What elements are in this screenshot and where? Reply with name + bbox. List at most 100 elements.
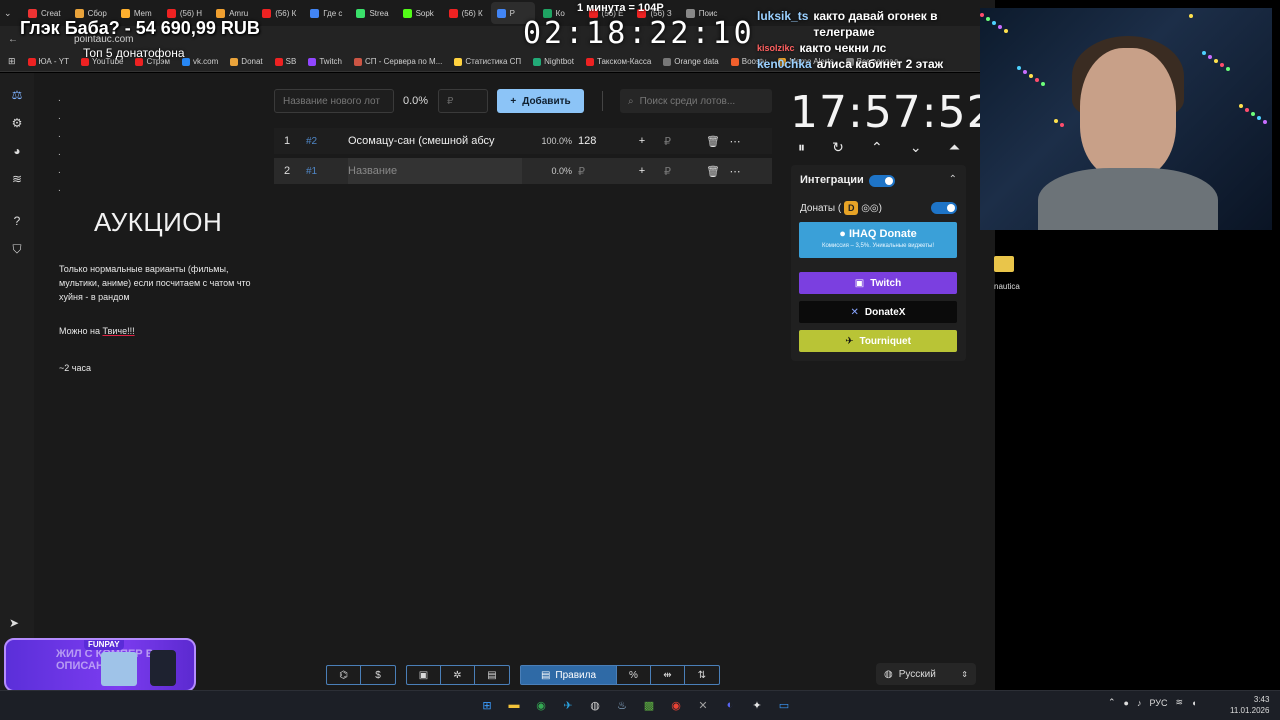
sort-icon[interactable]: ⇅ bbox=[685, 666, 719, 684]
bookmark-item[interactable]: Orange data bbox=[663, 57, 719, 66]
donate-icon[interactable]: $ bbox=[361, 666, 395, 684]
toolbar-group-links: ⌬ $ bbox=[326, 665, 396, 685]
tray-chevron-icon[interactable]: ⌃ bbox=[1108, 697, 1116, 708]
obs-icon[interactable]: ◍ bbox=[586, 696, 604, 714]
bookmark-item[interactable]: Такском-Касса bbox=[585, 57, 651, 66]
wifi-icon[interactable]: ≋ bbox=[1176, 697, 1184, 708]
pause-icon[interactable]: ⏸ bbox=[798, 139, 805, 156]
browser-tab[interactable]: (56) К bbox=[443, 2, 489, 24]
donatex-integration-button[interactable]: ✕ DonateX bbox=[799, 301, 957, 323]
add-lot-button[interactable]: + Добавить bbox=[497, 89, 584, 113]
collapse-icon[interactable]: ⌃ bbox=[949, 174, 957, 185]
bookmark-item[interactable]: Twitch bbox=[308, 57, 342, 66]
wheel-icon[interactable]: ◕ bbox=[9, 143, 25, 159]
add-amount-input[interactable]: ₽ bbox=[652, 135, 702, 148]
mic-icon[interactable]: ♪ bbox=[1137, 698, 1142, 708]
split-icon[interactable]: ⇹ bbox=[651, 666, 685, 684]
browser-tab[interactable]: Strea bbox=[350, 2, 394, 24]
donats-toggle[interactable] bbox=[931, 202, 957, 214]
double-time-icon[interactable]: ⏶ bbox=[949, 139, 960, 156]
telegram-icon[interactable]: ➤ bbox=[9, 616, 19, 630]
tab-menu-icon[interactable]: ⌄ bbox=[4, 8, 20, 19]
twitch-integration-button[interactable]: ▣ Twitch bbox=[799, 272, 957, 294]
language-select[interactable]: ◍ Русский ⇕ bbox=[876, 663, 976, 685]
minecraft-icon[interactable]: ▩ bbox=[640, 696, 658, 714]
archive-icon[interactable]: ▤ bbox=[475, 666, 509, 684]
more-icon[interactable]: ⋯ bbox=[724, 165, 746, 178]
bookmark-item[interactable]: ЮА - YT bbox=[27, 57, 69, 66]
settings-icon[interactable]: ⚙ bbox=[9, 115, 25, 131]
add-amount-icon[interactable]: + bbox=[632, 165, 652, 177]
app-icon[interactable]: ✦ bbox=[748, 696, 766, 714]
add-amount-icon[interactable]: + bbox=[632, 135, 652, 147]
browser-tab[interactable]: (56) К bbox=[256, 2, 302, 24]
bookmark-item[interactable]: Nightbot bbox=[533, 57, 574, 66]
bookmark-item[interactable]: SB bbox=[274, 57, 296, 66]
explorer-icon[interactable]: ▬ bbox=[505, 696, 523, 714]
delete-lot-icon[interactable]: 🗑 bbox=[702, 165, 724, 178]
tab-label: Р bbox=[509, 8, 516, 18]
tab-favicon-icon bbox=[356, 8, 366, 18]
steam-icon[interactable]: ♨ bbox=[613, 696, 631, 714]
chrome2-icon[interactable]: ◉ bbox=[667, 696, 685, 714]
tourniquet-integration-button[interactable]: ✈ Tourniquet bbox=[799, 330, 957, 352]
bookmark-item[interactable]: vk.com bbox=[181, 57, 218, 66]
bookmark-item[interactable]: СП - Сервера по М... bbox=[354, 57, 442, 66]
windows-start-icon[interactable]: ⊞ bbox=[478, 696, 496, 714]
xbox-icon[interactable]: ✕ bbox=[694, 696, 712, 714]
save-icon[interactable]: ▣ bbox=[407, 666, 441, 684]
lot-amount[interactable]: ₽ bbox=[572, 165, 632, 178]
bookmark-item[interactable]: Donat bbox=[230, 57, 263, 66]
back-icon[interactable]: ← bbox=[8, 34, 18, 45]
integrations-toggle[interactable] bbox=[869, 175, 895, 187]
tab-favicon-icon bbox=[310, 8, 320, 18]
browser-tab[interactable]: Sopk bbox=[397, 2, 441, 24]
auction-icon[interactable]: ⚖ bbox=[9, 87, 25, 103]
reset-icon[interactable]: ↻ bbox=[832, 139, 844, 156]
bookmark-favicon-icon bbox=[27, 57, 36, 66]
apps-grid-icon[interactable]: ⊞ bbox=[8, 56, 16, 67]
discord-icon[interactable]: ◐ bbox=[721, 696, 739, 714]
chrome-icon[interactable]: ◉ bbox=[532, 696, 550, 714]
monitor-icon[interactable]: ▭ bbox=[775, 696, 793, 714]
light-dot bbox=[1202, 51, 1206, 55]
add-time-icon[interactable]: ⌃ bbox=[871, 139, 883, 156]
tab-favicon-icon bbox=[496, 8, 506, 18]
github-icon[interactable]: ⌬ bbox=[327, 666, 361, 684]
browser-tab[interactable]: Где с bbox=[304, 2, 348, 24]
volume-icon[interactable]: ◖ bbox=[1191, 698, 1196, 708]
lot-name-input[interactable]: Осомацу-сан (смешной абсу bbox=[348, 135, 522, 147]
ihaq-flag-icon: ● bbox=[839, 228, 846, 240]
taskbar-clock[interactable]: 3:43 11.01.2026 bbox=[1230, 694, 1269, 716]
input-language[interactable]: РУС bbox=[1149, 698, 1167, 708]
percent-icon[interactable]: % bbox=[617, 666, 651, 684]
rules-icon: ▤ bbox=[540, 669, 551, 681]
telegram-icon[interactable]: ✈ bbox=[559, 696, 577, 714]
lot-name-input[interactable]: Название bbox=[348, 158, 522, 184]
rules-button[interactable]: ▤ Правила bbox=[521, 666, 617, 684]
tab-favicon-icon bbox=[28, 8, 37, 18]
add-amount-input[interactable]: ₽ bbox=[652, 165, 702, 178]
ihaq-donate-button[interactable]: ● IHAQ Donate Комиссия – 3,5%. Уникальны… bbox=[799, 222, 957, 258]
more-icon[interactable]: ⋯ bbox=[724, 135, 746, 148]
lot-search-input[interactable]: ⌕ Поиск среди лотов... bbox=[620, 89, 772, 113]
light-dot bbox=[1245, 108, 1249, 112]
tray-app-icon[interactable]: ● bbox=[1124, 698, 1129, 708]
new-lot-input[interactable]: Название нового лот bbox=[274, 89, 394, 113]
delete-lot-icon[interactable]: 🗑 bbox=[702, 135, 724, 148]
bookmark-label: Orange data bbox=[674, 57, 719, 66]
toolbar-group-tools: ▣ ✲ ▤ bbox=[406, 665, 510, 685]
help-icon[interactable]: ? bbox=[9, 213, 25, 229]
new-lot-amount-input[interactable]: ₽ bbox=[438, 89, 488, 113]
layers-icon[interactable]: ≋ bbox=[9, 171, 25, 187]
folder-icon[interactable] bbox=[994, 256, 1014, 272]
rule-bullet: . bbox=[58, 111, 61, 122]
bookmark-item[interactable]: Статистика СП bbox=[454, 57, 521, 66]
shield-icon[interactable]: ⛉ bbox=[9, 241, 25, 257]
lot-number: 2 bbox=[284, 165, 291, 177]
amount-placeholder: ₽ bbox=[447, 95, 454, 107]
bug-icon[interactable]: ✲ bbox=[441, 666, 475, 684]
light-dot bbox=[1041, 82, 1045, 86]
light-dot bbox=[1257, 116, 1261, 120]
subtract-time-icon[interactable]: ⌄ bbox=[910, 139, 922, 156]
